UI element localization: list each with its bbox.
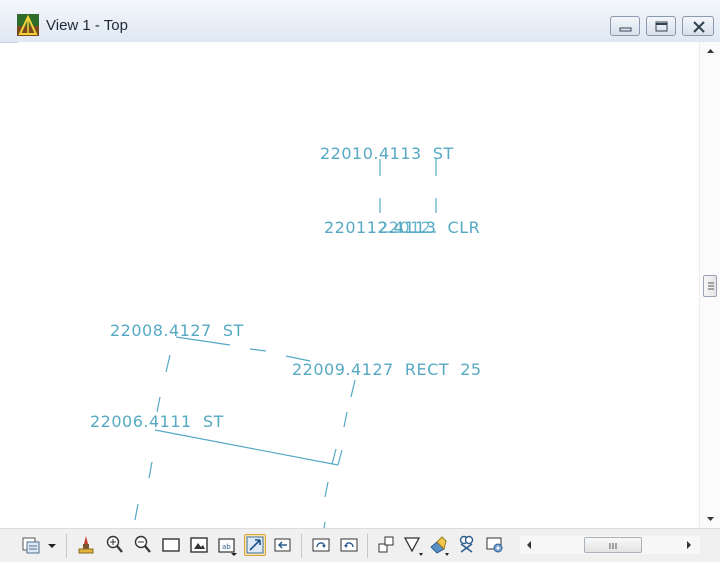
zoom-in-icon xyxy=(106,535,123,553)
minimize-icon xyxy=(619,27,632,32)
scroll-right-icon[interactable] xyxy=(682,538,696,552)
fit-view-button[interactable] xyxy=(188,534,210,556)
window-area-icon xyxy=(162,538,180,552)
dropdown-arrow-icon xyxy=(48,544,56,548)
view-attributes-dropdown[interactable] xyxy=(45,534,59,556)
maximize-icon xyxy=(655,21,668,32)
clip-volume-button[interactable] xyxy=(376,534,398,556)
zoom-in-button[interactable] xyxy=(104,534,126,556)
view-attributes-button[interactable] xyxy=(20,534,42,556)
line-segment xyxy=(331,448,337,465)
horizontal-scrollbar[interactable] xyxy=(520,536,700,554)
line-segment xyxy=(337,449,343,466)
camera-icon xyxy=(430,536,449,556)
point-label: 22006.4111 ST xyxy=(90,412,224,431)
update-view-button[interactable] xyxy=(75,534,97,556)
rotate-view-icon: ab xyxy=(218,538,237,556)
clip-volume-icon xyxy=(378,536,394,553)
render-button[interactable] xyxy=(402,534,424,556)
point-label: 22009.4127 RECT 25 xyxy=(292,360,482,379)
line-segment xyxy=(343,411,348,428)
line-segment xyxy=(148,461,153,479)
scroll-down-icon[interactable] xyxy=(700,512,720,526)
line-segment xyxy=(134,503,139,521)
vertical-scroll-thumb[interactable] xyxy=(703,275,717,297)
window-title: View 1 - Top xyxy=(46,17,128,34)
horizontal-scroll-thumb[interactable] xyxy=(584,537,642,553)
view-previous-icon xyxy=(274,538,291,552)
pan-view-icon xyxy=(246,536,264,554)
view-settings-button[interactable] xyxy=(484,534,506,556)
view-control-toolbar: ab xyxy=(0,528,720,562)
close-icon xyxy=(693,21,705,33)
vertical-scrollbar[interactable] xyxy=(699,42,720,528)
toolbar-separator xyxy=(367,534,368,558)
survey-linework xyxy=(134,159,437,528)
line-segment xyxy=(249,348,267,352)
close-button[interactable] xyxy=(682,16,714,36)
microstation-view-icon[interactable] xyxy=(17,14,39,36)
saved-views-button[interactable] xyxy=(456,534,478,556)
maximize-button[interactable] xyxy=(646,16,676,36)
view-settings-icon xyxy=(486,537,503,553)
update-view-icon xyxy=(78,536,94,554)
view-next-button[interactable] xyxy=(310,534,332,556)
minimize-button[interactable] xyxy=(610,16,640,36)
view-attributes-icon xyxy=(22,537,40,554)
point-label: 22012 xyxy=(378,218,432,237)
grip-icon xyxy=(609,543,617,549)
point-label: 22010.4113 ST xyxy=(320,144,454,163)
line-segment xyxy=(350,379,356,398)
svg-text:ab: ab xyxy=(222,543,231,551)
zoom-out-icon xyxy=(134,535,151,553)
render-icon xyxy=(403,537,423,556)
line-segment xyxy=(156,396,161,413)
fit-view-icon xyxy=(190,537,208,553)
point-label: 22008.4127 ST xyxy=(110,321,244,340)
saved-views-icon xyxy=(459,535,474,553)
scroll-left-icon[interactable] xyxy=(522,538,536,552)
zoom-out-button[interactable] xyxy=(132,534,154,556)
rotate-view-button[interactable]: ab xyxy=(216,534,238,556)
toolbar-separator xyxy=(66,534,67,558)
copy-view-icon xyxy=(340,538,358,552)
drawing-canvas[interactable]: 22010.4113 ST 220112.4113 CLR 22012 2200… xyxy=(18,42,699,528)
title-bar: View 1 - Top xyxy=(0,0,720,43)
copy-view-button[interactable] xyxy=(338,534,360,556)
scroll-up-icon[interactable] xyxy=(700,44,720,58)
line-segment xyxy=(324,481,329,498)
camera-button[interactable] xyxy=(428,534,450,556)
toolbar-separator xyxy=(301,534,302,558)
line-segment xyxy=(165,354,171,373)
view-previous-button[interactable] xyxy=(272,534,294,556)
pan-view-button[interactable] xyxy=(244,534,266,556)
window-area-button[interactable] xyxy=(160,534,182,556)
grip-icon xyxy=(708,282,714,290)
line-segment xyxy=(154,429,339,466)
view-next-icon xyxy=(312,538,330,552)
